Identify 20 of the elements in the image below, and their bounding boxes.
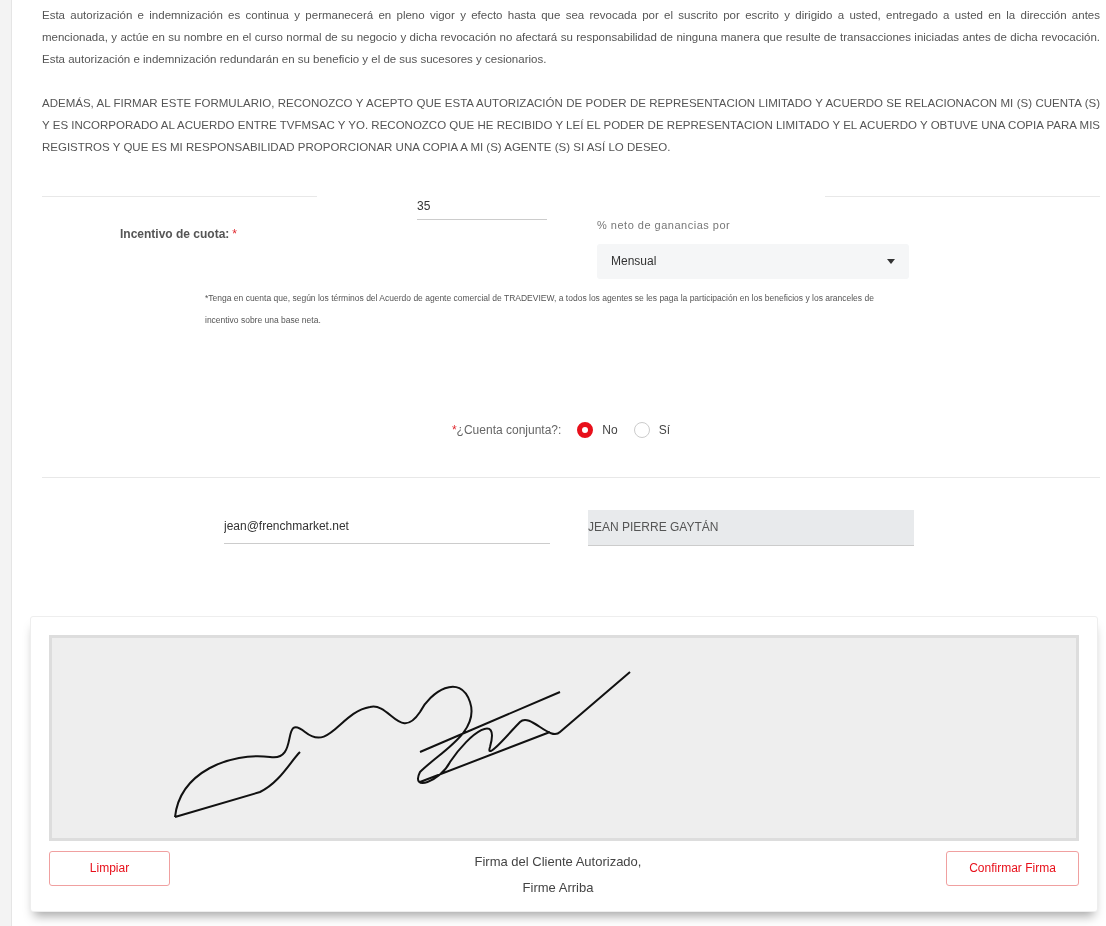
email-input[interactable]: jean@frenchmarket.net bbox=[224, 509, 550, 544]
terms-paragraph: ADEMÁS, AL FIRMAR ESTE FORMULARIO, RECONOZCO Y ACEPTO QUE ESTA AUTORIZACIÓN DE PODER DE REPRESENTACION LIMITADO Y ACUERDO SE RELACIONACON MI (S) CUENTA (S) Y ES INCORPORADO AL ACUERDO ENTRE TVFMSAC Y YO. RECONOZCO QUE HE RECIBIDO Y LEÍ EL PODER DE REPRESENTACION LIMITADO Y EL ACUERDO Y OBTUVE UNA COPIA PARA MIS REGISTROS Y QUE ES MI RESPONSABILIDAD PROPORCIONAR UNA COPIA A MI (S) AGENTE (S) SI ASÍ LO DESEO. bbox=[42, 96, 1100, 155]
signature-pad[interactable] bbox=[49, 634, 1079, 841]
note-text: *Tenga en cuenta que, según los términos del Acuerdo de agente comercial de TRADEVIEW, a todos los agentes se les paga la participación en los beneficios y los aranceles de incentivo sobre una base neta. bbox=[205, 291, 875, 327]
confirm-signature-button[interactable]: Confirmar Firma bbox=[946, 850, 1079, 886]
signature-caption: Firme Arriba bbox=[522, 878, 594, 897]
field-label: % neto de ganancias por bbox=[597, 218, 732, 233]
clear-button[interactable]: Limpiar bbox=[49, 850, 170, 886]
radio-option[interactable]: No bbox=[577, 420, 618, 439]
period-select[interactable]: Mensual bbox=[597, 243, 909, 279]
signature-caption: Firma del Cliente Autorizado, bbox=[474, 852, 642, 871]
field-label: Incentivo de cuota: bbox=[119, 227, 230, 241]
radio-option[interactable]: Sí bbox=[633, 420, 671, 439]
fee-input[interactable]: 35 bbox=[417, 193, 547, 220]
required-mark: * bbox=[451, 421, 457, 439]
name-input[interactable]: JEAN PIERRE GAYTÁN bbox=[588, 509, 914, 546]
terms-paragraph: Esta autorización e indemnización es continua y permanecerá en pleno vigor y efecto hasta que sea revocada por el suscrito por escrito y dirigido a usted, entregado a usted en la dirección antes mencionada, y actúe en su nombre en el curso normal de su negocio y dicha revocación no afectará su responsabilidad de ninguna manera que resulte de transacciones iniciadas antes de dicha revocación. Esta autorización e indemnización redundarán en su beneficio y el de sus sucesores y cesionarios. bbox=[42, 8, 1100, 67]
caret-icon bbox=[887, 258, 895, 264]
required-mark: * bbox=[232, 227, 237, 241]
field-label: ¿Cuenta conjunta?: bbox=[456, 421, 562, 439]
